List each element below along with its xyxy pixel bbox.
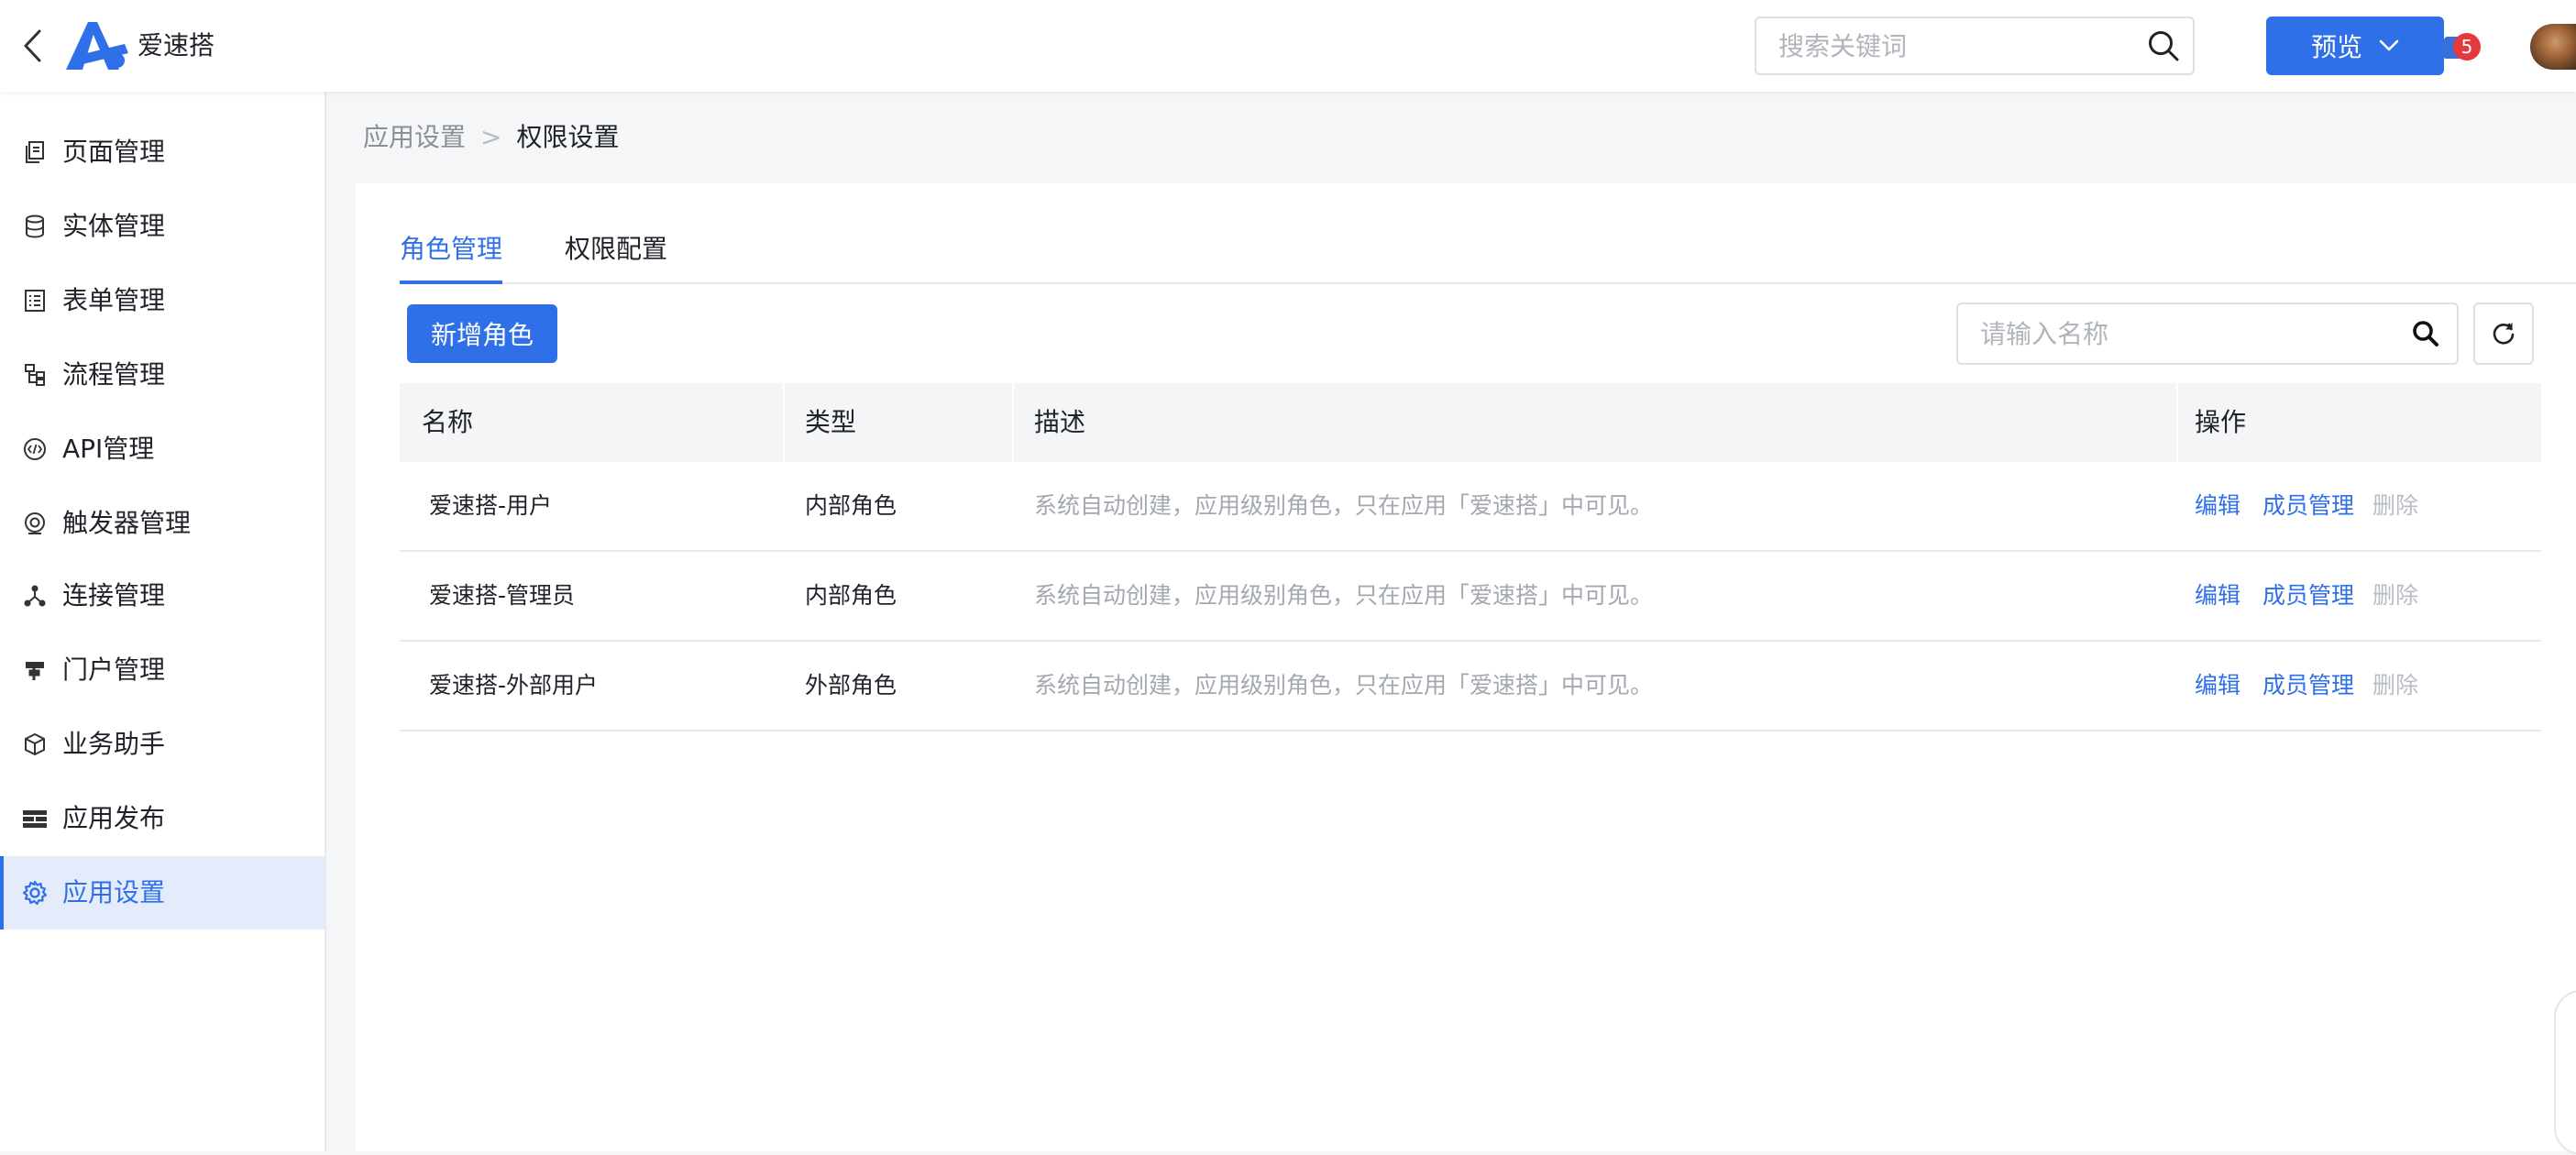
trigger-icon: [22, 511, 48, 536]
add-role-button[interactable]: 新增角色: [407, 304, 557, 363]
column-header-actions: 操作: [2195, 407, 2247, 437]
portal-icon: [22, 657, 48, 683]
gear-icon: [22, 880, 48, 906]
column-header-type: 类型: [805, 407, 857, 437]
name-search-input[interactable]: [1980, 304, 2383, 363]
search-icon: [2149, 31, 2179, 61]
column-header-desc: 描述: [1034, 407, 1086, 437]
sidebar-item-entities[interactable]: 实体管理: [0, 190, 325, 263]
cell-type: 内部角色: [805, 492, 897, 519]
delete-button[interactable]: 删除: [2372, 552, 2418, 640]
cell-type: 外部角色: [805, 672, 897, 698]
tab-bar: 角色管理 权限配置: [400, 220, 2576, 284]
back-button[interactable]: [18, 28, 46, 64]
sidebar-item-portals[interactable]: 门户管理: [0, 633, 325, 707]
roles-table: 名称 类型 描述 操作 爱速搭-用户 内部角色 系统自动创建，应用级别角色，只在…: [400, 383, 2541, 732]
sidebar-item-api[interactable]: API管理: [0, 412, 325, 486]
global-search: [1755, 16, 2195, 75]
app-name: 爱速搭: [138, 30, 215, 60]
name-search-button[interactable]: [2407, 315, 2444, 352]
sidebar-item-label: 连接管理: [62, 580, 166, 610]
tab-permission-config[interactable]: 权限配置: [565, 220, 667, 284]
breadcrumb-parent-link[interactable]: 应用设置: [363, 117, 466, 158]
sidebar-item-label: 页面管理: [62, 137, 166, 167]
sidebar-item-connections[interactable]: 连接管理: [0, 559, 325, 632]
member-manage-button[interactable]: 成员管理: [2262, 552, 2354, 640]
page-icon: [22, 139, 48, 165]
chevron-left-icon: [24, 29, 41, 62]
column-divider: [2176, 383, 2178, 462]
cell-name: 爱速搭-用户: [429, 492, 553, 519]
notification-badge: 5: [2453, 33, 2481, 60]
sidebar-item-settings[interactable]: 应用设置: [0, 856, 325, 930]
sidebar-item-pages[interactable]: 页面管理: [0, 116, 325, 189]
delete-button[interactable]: 删除: [2372, 642, 2418, 730]
preview-button[interactable]: 预览: [2266, 16, 2444, 75]
sidebar-item-label: API管理: [62, 434, 155, 464]
cell-desc: 系统自动创建，应用级别角色，只在应用「爱速搭」中可见。: [1034, 492, 1654, 519]
global-search-button[interactable]: [2143, 26, 2184, 66]
table-row: 爱速搭-管理员 内部角色 系统自动创建，应用级别角色，只在应用「爱速搭」中可见。…: [400, 552, 2541, 642]
breadcrumb-current: 权限设置: [516, 122, 620, 152]
delete-button[interactable]: 删除: [2372, 462, 2418, 550]
api-icon: [22, 436, 48, 462]
search-icon: [2413, 321, 2438, 346]
preview-label: 预览: [2310, 32, 2362, 62]
member-manage-button[interactable]: 成员管理: [2262, 642, 2354, 730]
edit-button[interactable]: 编辑: [2195, 462, 2240, 550]
cube-icon: [22, 732, 48, 757]
top-header: 爱速搭 预览 5: [0, 0, 2576, 92]
sidebar-item-forms[interactable]: 表单管理: [0, 264, 325, 337]
breadcrumb: 应用设置 > 权限设置: [363, 117, 620, 158]
global-search-input[interactable]: [1778, 18, 2127, 73]
cell-type: 内部角色: [805, 582, 897, 609]
column-header-name: 名称: [422, 407, 474, 437]
member-manage-button[interactable]: 成员管理: [2262, 462, 2354, 550]
column-divider: [783, 383, 785, 462]
sidebar-item-label: 流程管理: [62, 359, 166, 390]
cell-desc: 系统自动创建，应用级别角色，只在应用「爱速搭」中可见。: [1034, 672, 1654, 698]
sidebar-item-label: 业务助手: [62, 729, 166, 759]
cell-name: 爱速搭-管理员: [429, 582, 576, 609]
sidebar-item-triggers[interactable]: 触发器管理: [0, 487, 325, 560]
app-logo-icon: [66, 22, 128, 70]
table-row: 爱速搭-用户 内部角色 系统自动创建，应用级别角色，只在应用「爱速搭」中可见。 …: [400, 462, 2541, 552]
sidebar-item-label: 应用设置: [62, 877, 166, 908]
column-divider: [1012, 383, 1014, 462]
sidebar-item-publish[interactable]: 应用发布: [0, 782, 325, 855]
sidebar-item-flows[interactable]: 流程管理: [0, 338, 325, 412]
sidebar-item-label: 应用发布: [62, 803, 166, 833]
edit-button[interactable]: 编辑: [2195, 552, 2240, 640]
user-avatar[interactable]: [2530, 24, 2576, 70]
cell-desc: 系统自动创建，应用级别角色，只在应用「爱速搭」中可见。: [1034, 582, 1654, 609]
cell-name: 爱速搭-外部用户: [429, 672, 599, 698]
main-panel: 角色管理 权限配置 新增角色 名称 类型 描述 操作: [356, 183, 2576, 1151]
tab-role-management[interactable]: 角色管理: [400, 220, 503, 284]
sidebar-item-label: 触发器管理: [62, 508, 192, 538]
flow-icon: [22, 362, 48, 388]
sidebar-item-label: 表单管理: [62, 285, 166, 315]
database-icon: [22, 214, 48, 239]
breadcrumb-separator: >: [480, 122, 502, 152]
connection-icon: [22, 583, 48, 609]
refresh-button[interactable]: [2473, 302, 2534, 365]
form-icon: [22, 288, 48, 314]
name-search: [1956, 302, 2459, 365]
table-header: 名称 类型 描述 操作: [400, 383, 2541, 462]
edit-button[interactable]: 编辑: [2195, 642, 2240, 730]
sidebar-item-assistant[interactable]: 业务助手: [0, 708, 325, 781]
notification-button[interactable]: 5: [2444, 33, 2484, 64]
publish-icon: [22, 806, 48, 831]
floating-widget[interactable]: [2554, 990, 2576, 1155]
sidebar-item-label: 门户管理: [62, 654, 166, 685]
sidebar: 页面管理 实体管理 表单管理 流程管理 API管理 触发器管理 连接管理 门户管…: [0, 92, 326, 1151]
table-row: 爱速搭-外部用户 外部角色 系统自动创建，应用级别角色，只在应用「爱速搭」中可见…: [400, 642, 2541, 732]
sidebar-item-label: 实体管理: [62, 211, 166, 241]
chevron-down-icon: [2379, 39, 2399, 51]
refresh-icon: [2493, 323, 2515, 345]
